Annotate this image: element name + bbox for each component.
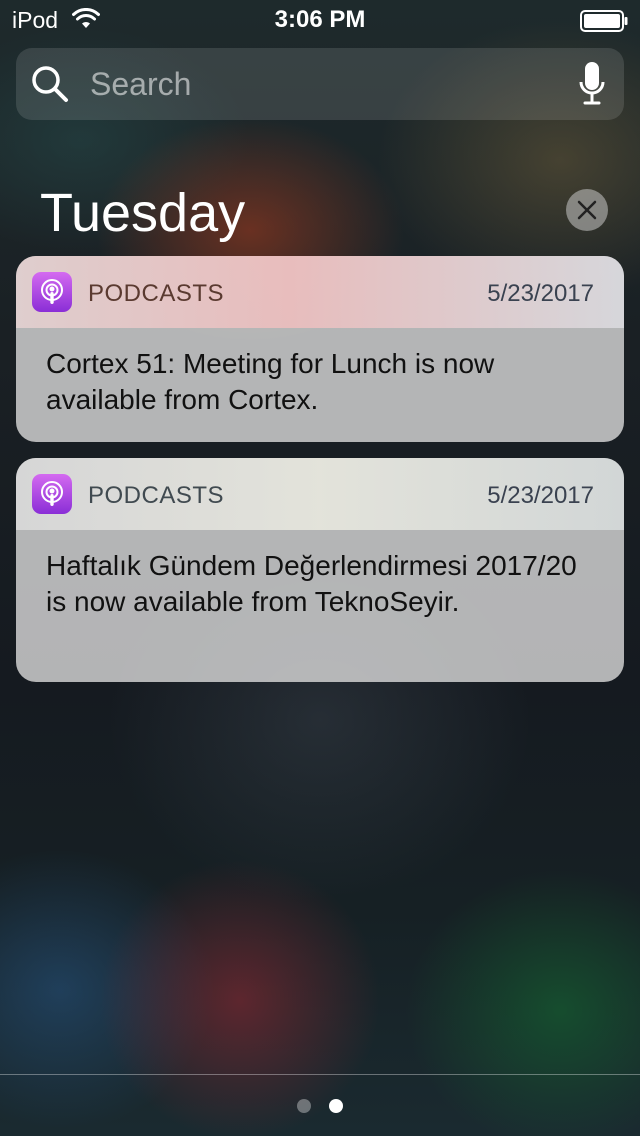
notification-app-name: PODCASTS <box>88 482 225 509</box>
close-icon <box>577 200 597 220</box>
podcasts-icon <box>32 272 72 312</box>
clear-notifications-button[interactable] <box>566 189 608 231</box>
microphone-icon[interactable] <box>578 60 606 108</box>
status-bar: iPod 3:06 PM <box>0 0 640 40</box>
notification-date: 5/23/2017 <box>487 482 594 509</box>
notification-header: PODCASTS 5/23/2017 <box>16 458 624 530</box>
notification-app-name: PODCASTS <box>88 280 225 307</box>
search-bar[interactable]: Search <box>16 48 624 120</box>
podcasts-icon <box>32 474 72 514</box>
notification-header: PODCASTS 5/23/2017 <box>16 256 624 328</box>
page-indicator-dot[interactable] <box>297 1099 311 1113</box>
search-icon <box>32 66 68 102</box>
notification-card[interactable]: PODCASTS 5/23/2017 Cortex 51: Meeting fo… <box>16 256 624 442</box>
bottom-divider <box>0 1074 640 1075</box>
notification-date: 5/23/2017 <box>487 280 594 307</box>
page-indicator-dot-current[interactable] <box>329 1099 343 1113</box>
day-title: Tuesday <box>40 183 246 243</box>
clock: 3:06 PM <box>274 6 366 33</box>
search-input[interactable]: Search <box>90 66 191 103</box>
battery-icon <box>580 10 628 32</box>
notification-message: Haftalık Gündem Değerlendirmesi 2017/20 … <box>46 550 577 617</box>
notification-message: Cortex 51: Meeting for Lunch is now avai… <box>46 348 495 415</box>
notification-card[interactable]: PODCASTS 5/23/2017 Haftalık Gündem Değer… <box>16 458 624 682</box>
